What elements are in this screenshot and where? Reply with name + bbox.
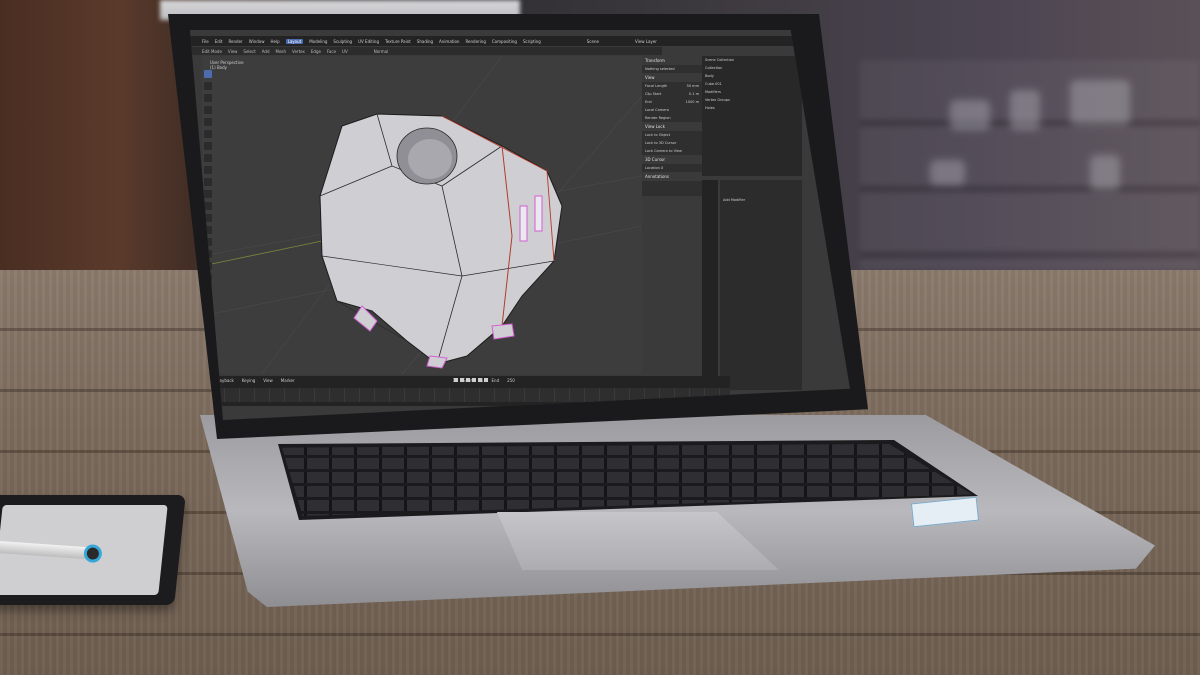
transform-tool-icon[interactable]: [204, 130, 212, 138]
menu-mesh[interactable]: Mesh: [276, 49, 287, 54]
view-lock-panel-header[interactable]: View Lock: [642, 122, 702, 131]
tab-uv-editing[interactable]: UV Editing: [358, 39, 379, 44]
clip-end-field[interactable]: 1000 m: [686, 100, 699, 104]
mode-dropdown[interactable]: Edit Mode: [202, 49, 222, 54]
menu-uv[interactable]: UV: [342, 49, 348, 54]
annotate-tool-icon[interactable]: [204, 142, 212, 150]
bevel-tool-icon[interactable]: [204, 190, 212, 198]
outliner-item[interactable]: Cube.001: [705, 82, 722, 86]
local-camera-label: Local Camera: [645, 108, 669, 112]
side-slot: [520, 206, 527, 241]
end-frame-label: End: [492, 378, 500, 383]
extrude-tool-icon[interactable]: [204, 166, 212, 174]
rotate-tool-icon[interactable]: [204, 106, 212, 114]
background-shelf: [860, 60, 1200, 270]
render-region-checkbox[interactable]: Render Region: [645, 116, 671, 120]
menu-edit[interactable]: Edit: [215, 39, 223, 44]
menu-file[interactable]: File: [202, 39, 209, 44]
properties-tabs: [702, 180, 718, 400]
nothing-selected-label: Nothing selected: [645, 67, 675, 71]
menu-face[interactable]: Face: [327, 49, 336, 54]
menu-help[interactable]: Help: [270, 39, 279, 44]
outliner-root[interactable]: Scene Collection: [705, 58, 734, 62]
transform-orientation[interactable]: Normal: [374, 49, 388, 54]
outliner-item[interactable]: Modifiers: [705, 90, 721, 94]
outliner-item[interactable]: Vertex Groups: [705, 98, 730, 102]
scale-tool-icon[interactable]: [204, 118, 212, 126]
move-tool-icon[interactable]: [204, 94, 212, 102]
tab-rendering[interactable]: Rendering: [465, 39, 485, 44]
tab-animation[interactable]: Animation: [439, 39, 459, 44]
jump-start-icon[interactable]: [454, 378, 458, 382]
viewport-info: User Perspective (1) Body: [210, 60, 244, 70]
play-icon[interactable]: [472, 378, 476, 382]
loop-cut-tool-icon[interactable]: [204, 202, 212, 210]
tab-sculpting[interactable]: Sculpting: [333, 39, 352, 44]
add-modifier-button[interactable]: Add Modifier: [723, 198, 745, 202]
menu-vertex[interactable]: Vertex: [292, 49, 305, 54]
clip-end-label: End: [645, 100, 652, 104]
end-frame-field[interactable]: 250: [507, 378, 515, 383]
clip-start-label: Clip Start: [645, 92, 661, 96]
next-key-icon[interactable]: [478, 378, 482, 382]
outliner: Scene Collection Collection Body Cube.00…: [702, 56, 802, 176]
lock-to-object-field[interactable]: Lock to Object: [645, 133, 670, 137]
menu-edge[interactable]: Edge: [311, 49, 321, 54]
cursor-location-label: Location X: [645, 166, 663, 170]
view-panel-header[interactable]: View: [642, 73, 702, 82]
annotations-panel-header[interactable]: Annotations: [642, 172, 702, 181]
inset-tool-icon[interactable]: [204, 178, 212, 186]
playback-controls: [454, 378, 488, 382]
menu-keying[interactable]: Keying: [242, 378, 255, 383]
scene-selector[interactable]: Scene: [587, 39, 599, 44]
y-axis-line: [202, 241, 322, 266]
laptop-screen: File Edit Render Window Help Layout Mode…: [190, 30, 850, 420]
outliner-item[interactable]: Body: [705, 74, 714, 78]
viewport-scene: [202, 56, 642, 374]
tab-shading[interactable]: Shading: [417, 39, 433, 44]
jump-end-icon[interactable]: [484, 378, 488, 382]
clip-start-field[interactable]: 0.1 m: [689, 92, 699, 96]
outliner-item[interactable]: Collection: [705, 66, 722, 70]
tab-modeling[interactable]: Modeling: [309, 39, 327, 44]
menu-view[interactable]: View: [228, 49, 238, 54]
view-layer-selector[interactable]: View Layer: [635, 39, 657, 44]
tab-layout[interactable]: Layout: [286, 39, 304, 44]
measure-tool-icon[interactable]: [204, 154, 212, 162]
select-box-tool-icon[interactable]: [204, 70, 212, 78]
tab-texture-paint[interactable]: Texture Paint: [385, 39, 411, 44]
focal-length-label: Focal Length: [645, 84, 667, 88]
outliner-item[interactable]: Holes: [705, 106, 715, 110]
cursor-tool-icon[interactable]: [204, 82, 212, 90]
play-reverse-icon[interactable]: [466, 378, 470, 382]
menu-window[interactable]: Window: [249, 39, 265, 44]
mesh-foot: [492, 324, 514, 339]
menu-marker[interactable]: Marker: [281, 378, 295, 383]
3d-viewport[interactable]: User Perspective (1) Body: [202, 56, 642, 374]
viewport-object-label: (1) Body: [210, 65, 244, 70]
lock-camera-checkbox[interactable]: Lock Camera to View: [645, 149, 682, 153]
focal-length-field[interactable]: 50 mm: [687, 84, 699, 88]
tab-compositing[interactable]: Compositing: [492, 39, 517, 44]
transform-panel-header[interactable]: Transform: [642, 56, 702, 65]
menu-select[interactable]: Select: [243, 49, 255, 54]
tab-scripting[interactable]: Scripting: [523, 39, 541, 44]
viewport-header: Edit Mode View Select Add Mesh Vertex Ed…: [190, 47, 662, 55]
menu-add[interactable]: Add: [262, 49, 270, 54]
blender-topbar: File Edit Render Window Help Layout Mode…: [190, 36, 822, 46]
menu-render[interactable]: Render: [228, 39, 242, 44]
properties-editor: Add Modifier: [720, 180, 802, 390]
sidebar-n-panel: Transform Nothing selected View Focal Le…: [642, 56, 702, 196]
3d-cursor-panel-header[interactable]: 3D Cursor: [642, 155, 702, 164]
prev-key-icon[interactable]: [460, 378, 464, 382]
lock-3d-cursor-checkbox[interactable]: Lock to 3D Cursor: [645, 141, 676, 145]
mesh-foot: [427, 356, 447, 368]
menu-timeline-view[interactable]: View: [263, 378, 273, 383]
side-slot: [535, 196, 542, 231]
